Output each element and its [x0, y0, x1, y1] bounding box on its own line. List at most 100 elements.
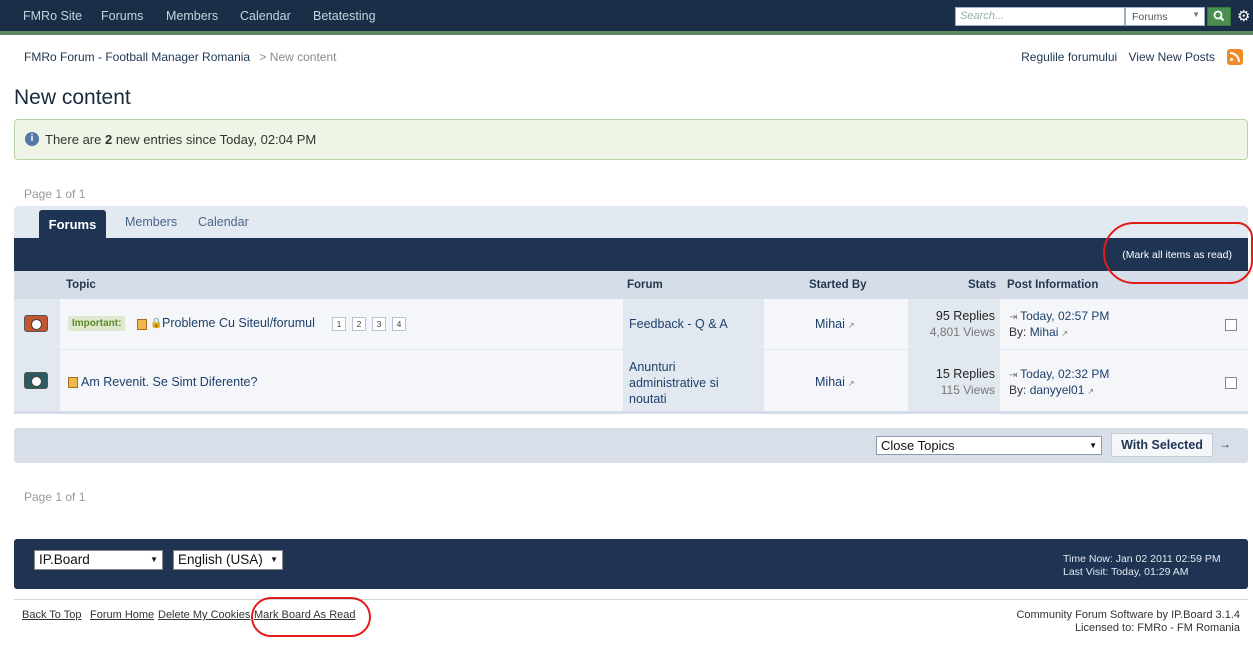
- column-stats: Stats: [968, 279, 997, 291]
- moderation-action-value: Close Topics: [881, 438, 955, 453]
- forum-link[interactable]: Feedback - Q & A: [629, 316, 728, 332]
- arrow-right-icon: →: [1219, 437, 1231, 451]
- forum-link[interactable]: Anunturi administrative si noutati: [629, 359, 719, 407]
- chevron-down-icon: ▼: [1192, 10, 1200, 19]
- footer-bar: IP.Board ▼ English (USA) ▼ Time Now: Jan…: [14, 539, 1248, 589]
- info-message: i There are 2 new entries since Today, 0…: [14, 119, 1248, 160]
- attachment-icon: 🔒: [150, 318, 163, 329]
- table-row: Am Revenit. Se Simt Diferente? Anunturi a…: [14, 350, 1248, 414]
- copyright: Community Forum Software by IP.Board 3.1…: [1016, 609, 1240, 635]
- back-to-top-link[interactable]: Back To Top: [22, 609, 82, 621]
- search-icon: [1213, 10, 1225, 22]
- column-topic: Topic: [66, 279, 96, 291]
- top-links: Regulile forumului View New Posts: [1021, 50, 1215, 64]
- replies-count: 15 Replies: [935, 367, 995, 381]
- chevron-down-icon: ▼: [150, 555, 158, 564]
- topic-status-icon: [24, 315, 48, 332]
- hot-topic-icon: [68, 377, 78, 388]
- moderation-bar: Close Topics ▼ With Selected →: [14, 428, 1248, 463]
- tab-strip: Forums Members Calendar: [14, 206, 1248, 238]
- select-checkbox[interactable]: [1225, 319, 1237, 331]
- forum-rules-link[interactable]: Regulile forumului: [1021, 50, 1117, 64]
- arrow-right-icon: ⇥: [1009, 312, 1021, 323]
- copyright-line-1: Community Forum Software by IP.Board 3.1…: [1016, 609, 1240, 621]
- topic-page-link[interactable]: 1: [332, 317, 346, 331]
- last-post-by-label: By:: [1009, 325, 1027, 339]
- table-row: Important: 🔒 Probleme Cu Siteul/forumul …: [14, 299, 1248, 350]
- chevron-down-icon: ▼: [1089, 441, 1097, 450]
- header-accent-stripe: [0, 31, 1253, 35]
- rss-icon[interactable]: [1227, 49, 1243, 65]
- select-checkbox[interactable]: [1225, 377, 1237, 389]
- tab-members[interactable]: Members: [125, 215, 177, 229]
- forum-home-link[interactable]: Forum Home: [90, 609, 154, 621]
- copyright-line-2: Licensed to: FMRo - FM Romania: [1074, 622, 1240, 634]
- tab-calendar[interactable]: Calendar: [198, 215, 249, 229]
- starter-link[interactable]: Mihai: [815, 317, 845, 331]
- nav-betatesting[interactable]: Betatesting: [313, 9, 376, 23]
- pagination-top: Page 1 of 1: [24, 187, 86, 201]
- search-button[interactable]: [1207, 7, 1231, 26]
- external-link-icon: ↗: [1061, 329, 1069, 338]
- nav-fmro-site[interactable]: FMRo Site: [23, 9, 82, 23]
- external-link-icon: ↗: [1087, 387, 1095, 396]
- chevron-down-icon: ▼: [270, 555, 278, 564]
- hot-topic-icon: [137, 319, 147, 330]
- breadcrumb: FMRo Forum - Football Manager Romania > …: [24, 50, 336, 64]
- last-poster-link[interactable]: Mihai: [1030, 325, 1059, 339]
- skin-value: IP.Board: [39, 552, 90, 567]
- column-started-by: Started By: [809, 279, 867, 291]
- nav-forums[interactable]: Forums: [101, 9, 143, 23]
- moderation-action-select[interactable]: Close Topics ▼: [876, 436, 1102, 455]
- topic-title-link[interactable]: Probleme Cu Siteul/forumul: [162, 316, 315, 330]
- time-info: Time Now: Jan 02 2011 02:59 PM Last Visi…: [1063, 553, 1221, 578]
- search-scope-value: Forums: [1132, 11, 1168, 23]
- language-value: English (USA): [178, 552, 263, 567]
- topic-title-link[interactable]: Am Revenit. Se Simt Diferente?: [81, 375, 257, 389]
- gear-icon[interactable]: ⚙: [1237, 7, 1250, 25]
- topic-page-link[interactable]: 4: [392, 317, 406, 331]
- annotation-circle: [1103, 222, 1253, 284]
- pagination-bottom: Page 1 of 1: [24, 490, 86, 504]
- last-post-link[interactable]: Today, 02:57 PM: [1020, 309, 1109, 323]
- tab-forums[interactable]: Forums: [39, 210, 106, 238]
- nav-calendar[interactable]: Calendar: [240, 9, 291, 23]
- topic-page-link[interactable]: 3: [372, 317, 386, 331]
- with-selected-button[interactable]: With Selected: [1111, 433, 1213, 457]
- footer-divider: [14, 599, 1248, 600]
- topic-page-link[interactable]: 2: [352, 317, 366, 331]
- annotation-circle: [251, 597, 371, 637]
- last-post-link[interactable]: Today, 02:32 PM: [1020, 367, 1109, 381]
- language-select[interactable]: English (USA) ▼: [173, 550, 283, 570]
- last-poster-link[interactable]: danyyel01: [1030, 383, 1085, 397]
- important-badge: Important:: [68, 316, 126, 331]
- delete-cookies-link[interactable]: Delete My Cookies: [158, 609, 250, 621]
- top-navigation-bar: FMRo Site Forums Members Calendar Betate…: [0, 0, 1253, 35]
- replies-count: 95 Replies: [935, 309, 995, 323]
- table-header: Topic Forum Started By Stats Post Inform…: [14, 271, 1248, 299]
- external-link-icon: ↗: [847, 321, 855, 330]
- search-input[interactable]: Search...: [955, 7, 1125, 26]
- starter-link[interactable]: Mihai: [815, 375, 845, 389]
- breadcrumb-current: New content: [269, 50, 337, 64]
- page-title: New content: [14, 86, 131, 109]
- nav-members[interactable]: Members: [166, 9, 218, 23]
- last-visit: Last Visit: Today, 01:29 AM: [1063, 565, 1189, 578]
- results-header-bar: (Mark all items as read): [14, 238, 1248, 271]
- column-post-information: Post Information: [1007, 279, 1099, 291]
- info-icon: i: [25, 132, 39, 146]
- views-count: 115 Views: [940, 383, 995, 397]
- view-new-posts-link[interactable]: View New Posts: [1129, 50, 1215, 64]
- external-link-icon: ↗: [847, 379, 855, 388]
- last-post-by-label: By:: [1009, 383, 1027, 397]
- views-count: 4,801 Views: [929, 325, 995, 339]
- search-scope-select[interactable]: Forums ▼: [1125, 7, 1205, 26]
- time-now: Time Now: Jan 02 2011 02:59 PM: [1063, 553, 1221, 565]
- column-forum: Forum: [627, 279, 663, 291]
- arrow-right-icon: ⇥: [1009, 370, 1021, 381]
- info-message-text: There are 2 new entries since Today, 02:…: [45, 132, 317, 147]
- breadcrumb-separator: >: [259, 50, 267, 64]
- topic-status-icon: [24, 372, 48, 389]
- breadcrumb-home[interactable]: FMRo Forum - Football Manager Romania: [24, 50, 250, 64]
- skin-select[interactable]: IP.Board ▼: [34, 550, 163, 570]
